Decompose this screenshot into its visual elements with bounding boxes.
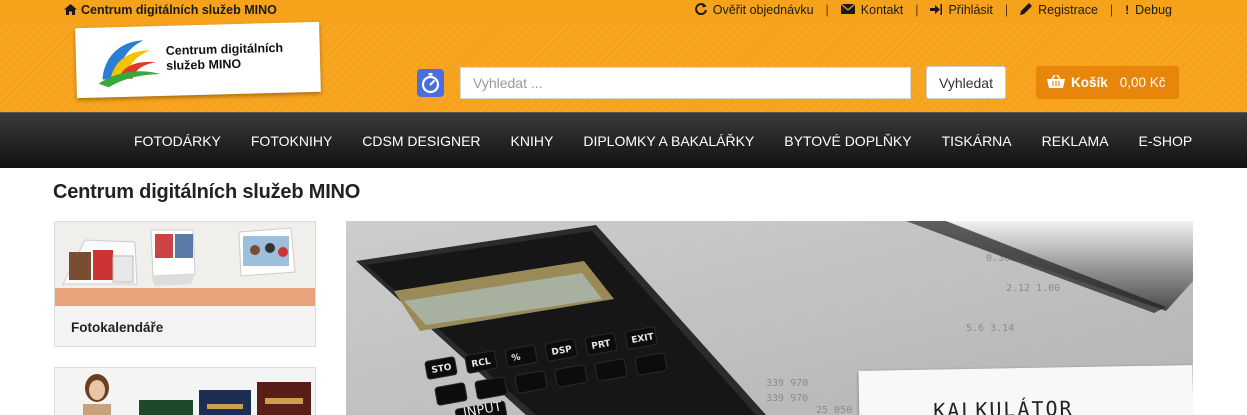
calculator-note-text: KALKULÁTOR	[932, 396, 1074, 415]
home-icon	[64, 3, 77, 17]
register-link[interactable]: Registrace	[1008, 3, 1110, 17]
contact-label: Kontakt	[860, 3, 904, 17]
stopwatch-button[interactable]	[417, 69, 444, 97]
nav-item-cdsm-designer[interactable]: CDSM DESIGNER	[347, 133, 495, 149]
nav-item-tiskarna[interactable]: TISKÁRNA	[927, 133, 1027, 149]
cart-total: 0,00 Kč	[1119, 75, 1166, 90]
nav-item-eshop[interactable]: E-SHOP	[1124, 133, 1208, 149]
contact-link[interactable]: Kontakt	[829, 3, 915, 17]
debug-label: Debug	[1135, 3, 1172, 17]
logo-mark-icon	[98, 40, 161, 88]
category-card-fotokalendare[interactable]: Fotokalendáře	[54, 221, 316, 347]
stopwatch-icon	[421, 73, 440, 94]
register-label: Registrace	[1038, 3, 1098, 17]
cart-label: Košík	[1071, 75, 1108, 90]
svg-text:339 970: 339 970	[766, 378, 808, 389]
calculator-key-label: %	[511, 353, 522, 364]
site-logo[interactable]: Centrum digitálních služeb MINO	[75, 21, 321, 99]
nav-item-reklama[interactable]: REKLAMA	[1027, 133, 1124, 149]
basket-icon	[1047, 74, 1065, 91]
cart-button[interactable]: Košík 0,00 Kč	[1036, 66, 1179, 99]
nav-item-diplomky[interactable]: DIPLOMKY A BAKALÁŘKY	[568, 133, 769, 149]
hero-banner[interactable]: 0.300 0.025 2.12 1.00 5.6 3.14 339 970 3…	[346, 221, 1193, 415]
verify-order-label: Ověřit objednávku	[712, 3, 814, 17]
debug-link[interactable]: ! Debug	[1113, 3, 1184, 17]
category-card-diplomky[interactable]	[54, 367, 316, 415]
page-title: Centrum digitálních služeb MINO	[53, 181, 361, 203]
verify-order-link[interactable]: Ověřit objednávku	[683, 3, 826, 17]
category-image-calendars	[55, 222, 315, 306]
refresh-icon	[694, 3, 707, 17]
search-button[interactable]: Vyhledat	[926, 66, 1006, 99]
svg-text:5.6 3.14: 5.6 3.14	[966, 323, 1014, 334]
svg-text:339 970: 339 970	[766, 393, 808, 404]
nav-item-fotodarky[interactable]: FOTODÁRKY	[119, 133, 236, 149]
category-image-theses	[55, 368, 315, 415]
nav-item-fotoknihy[interactable]: FOTOKNIHY	[236, 133, 347, 149]
exclamation-icon: !	[1125, 3, 1130, 17]
main-nav: FOTODÁRKY FOTOKNIHY CDSM DESIGNER KNIHY …	[0, 112, 1247, 168]
login-link[interactable]: Přihlásit	[918, 3, 1004, 17]
category-label: Fotokalendáře	[71, 320, 164, 335]
pencil-icon	[1020, 3, 1033, 17]
top-bar: Centrum digitálních služeb MINO Ověřit o…	[0, 0, 1247, 22]
nav-item-bytove-doplnky[interactable]: BYTOVÉ DOPLŇKY	[769, 133, 926, 149]
home-label: Centrum digitálních služeb MINO	[81, 3, 277, 17]
logo-line-1: Centrum digitálních	[165, 40, 284, 58]
calculator-note: KALKULÁTOR	[858, 365, 1193, 415]
home-link[interactable]: Centrum digitálních služeb MINO	[64, 3, 277, 17]
nav-item-knihy[interactable]: KNIHY	[496, 133, 569, 149]
header: Centrum digitálních služeb MINO Vyhledat…	[0, 21, 1247, 112]
sign-in-icon	[930, 3, 943, 17]
envelope-icon	[840, 3, 856, 16]
top-links: Ověřit objednávku | Kontakt | Přihlásit …	[683, 3, 1184, 17]
logo-line-2: služeb MINO	[165, 56, 242, 73]
svg-text:25 050: 25 050	[816, 405, 852, 415]
logo-text: Centrum digitálních služeb MINO	[166, 41, 284, 74]
svg-text:2.12 1.00: 2.12 1.00	[1006, 283, 1060, 294]
login-label: Přihlásit	[948, 3, 993, 17]
search-input[interactable]	[460, 67, 911, 99]
